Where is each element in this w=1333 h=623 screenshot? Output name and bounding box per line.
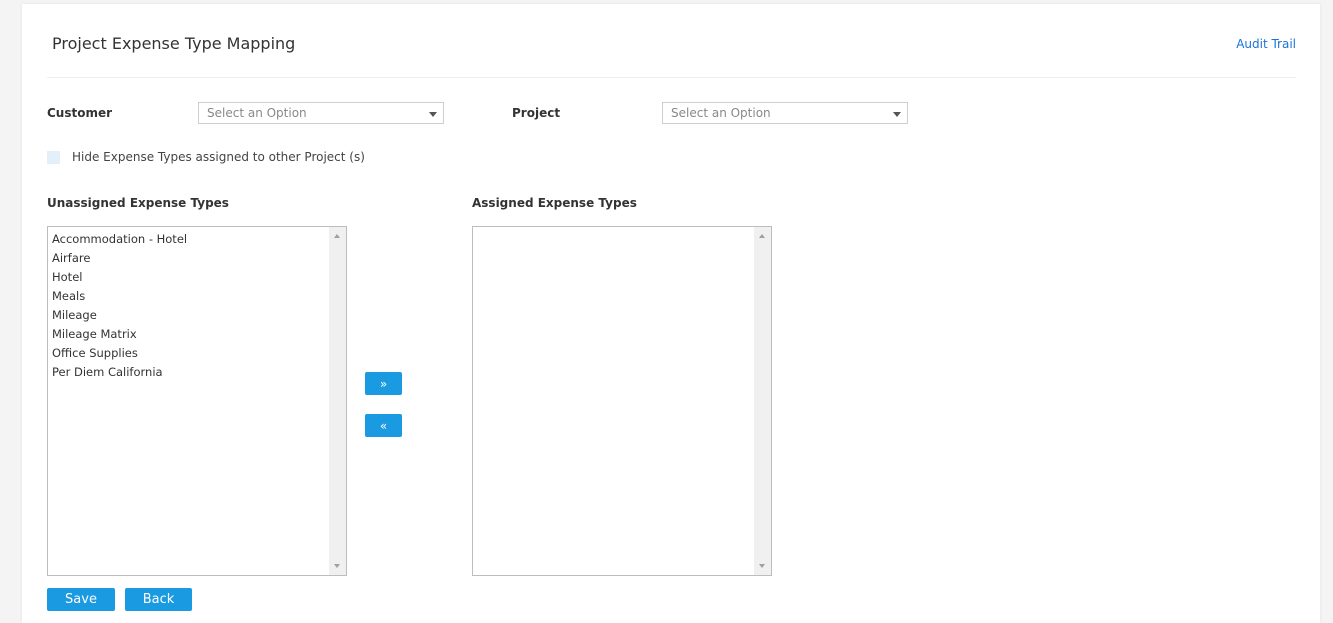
- list-item[interactable]: Mileage Matrix: [52, 325, 346, 344]
- list-item[interactable]: Accommodation - Hotel: [52, 230, 346, 249]
- customer-select-value: Select an Option: [207, 106, 307, 120]
- scroll-down-icon[interactable]: [334, 564, 340, 568]
- unassigned-listbox[interactable]: Accommodation - Hotel Airfare Hotel Meals Mi…: [47, 226, 347, 576]
- assigned-scrollbar[interactable]: [754, 227, 771, 575]
- project-select[interactable]: Select an Option: [662, 102, 908, 124]
- scroll-up-icon[interactable]: [334, 234, 340, 238]
- list-item[interactable]: Hotel: [52, 268, 346, 287]
- unassigned-scrollbar[interactable]: [329, 227, 346, 575]
- assigned-list: [473, 227, 771, 230]
- list-item[interactable]: Airfare: [52, 249, 346, 268]
- chevron-down-icon: [893, 112, 901, 117]
- project-label: Project: [512, 106, 561, 120]
- assigned-listbox[interactable]: [472, 226, 772, 576]
- chevron-down-icon: [429, 112, 437, 117]
- unassigned-list: Accommodation - Hotel Airfare Hotel Meals Mi…: [48, 227, 346, 382]
- assigned-label: Assigned Expense Types: [472, 196, 637, 210]
- mapping-card: Project Expense Type Mapping Audit Trail…: [22, 4, 1320, 623]
- back-button[interactable]: Back: [125, 588, 192, 611]
- page-title: Project Expense Type Mapping: [52, 34, 296, 53]
- customer-select[interactable]: Select an Option: [198, 102, 444, 124]
- scroll-down-icon[interactable]: [759, 564, 765, 568]
- move-left-button[interactable]: «: [365, 414, 402, 437]
- customer-label: Customer: [47, 106, 113, 120]
- audit-trail-link[interactable]: Audit Trail: [1236, 37, 1296, 51]
- unassigned-label: Unassigned Expense Types: [47, 196, 229, 210]
- header-divider: [47, 77, 1296, 78]
- list-item[interactable]: Meals: [52, 287, 346, 306]
- hide-assigned-checkbox[interactable]: [47, 151, 60, 164]
- project-select-value: Select an Option: [671, 106, 771, 120]
- list-item[interactable]: Mileage: [52, 306, 346, 325]
- scroll-up-icon[interactable]: [759, 234, 765, 238]
- list-item[interactable]: Per Diem California: [52, 363, 346, 382]
- hide-assigned-checkbox-label: Hide Expense Types assigned to other Pro…: [72, 150, 365, 164]
- move-right-button[interactable]: »: [365, 372, 402, 395]
- save-button[interactable]: Save: [47, 588, 115, 611]
- list-item[interactable]: Office Supplies: [52, 344, 346, 363]
